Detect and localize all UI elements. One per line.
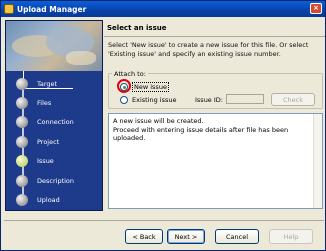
issue-id-label: Issue ID: <box>195 96 223 104</box>
banner-shape <box>66 51 96 65</box>
wizard-steps-panel: Target Files Connection Project Issue De… <box>5 20 103 211</box>
page-title: Select an issue <box>107 24 167 32</box>
close-button[interactable]: × <box>310 3 322 14</box>
existing-issue-label[interactable]: Existing issue <box>132 96 177 104</box>
step-label: Connection <box>37 118 74 126</box>
step-dot-icon <box>16 116 28 128</box>
step-label: Upload <box>37 196 60 204</box>
step-label: Target <box>37 80 58 88</box>
step-description: Description <box>16 175 100 187</box>
step-label: Project <box>37 138 60 146</box>
app-icon <box>4 4 14 14</box>
step-connection: Connection <box>16 116 100 128</box>
step-dot-icon <box>16 175 28 187</box>
cancel-button[interactable]: Cancel <box>215 229 259 244</box>
instructions-text: Select 'New issue' to create a new issue… <box>108 41 309 58</box>
step-dot-icon <box>16 136 28 148</box>
new-issue-label[interactable]: New issue <box>132 82 169 92</box>
scrollbar[interactable] <box>313 114 322 208</box>
step-target: Target <box>16 78 100 90</box>
banner-image <box>6 21 102 71</box>
window-title: Upload Manager <box>17 4 87 14</box>
message-line: A new issue will be created. <box>113 117 204 125</box>
existing-issue-radio[interactable]: Existing issue <box>120 96 177 104</box>
step-dot-icon <box>16 97 28 109</box>
step-label: Issue <box>37 157 54 165</box>
step-upload: Upload <box>16 194 100 206</box>
step-project: Project <box>16 136 100 148</box>
title-bar[interactable]: Upload Manager × <box>1 1 325 17</box>
upload-manager-window: Upload Manager × Target Files Connection… <box>0 0 326 251</box>
next-button[interactable]: Next > <box>167 229 205 244</box>
new-issue-radio[interactable]: New issue <box>120 82 169 92</box>
step-dot-icon <box>16 78 28 90</box>
step-dot-icon <box>16 194 28 206</box>
check-button[interactable]: Check <box>271 93 315 106</box>
footer-divider <box>4 220 324 221</box>
step-label: Description <box>37 177 75 185</box>
help-button[interactable]: Help <box>269 229 313 244</box>
attach-to-label: Attach to: <box>112 70 148 78</box>
status-message-box: A new issue will be created. Proceed wit… <box>108 113 323 209</box>
step-files: Files <box>16 97 100 109</box>
step-dot-current-icon <box>16 155 28 167</box>
radio-unchecked-icon[interactable] <box>120 96 128 104</box>
header-divider <box>104 36 325 37</box>
step-label: Files <box>37 99 52 107</box>
issue-id-input[interactable] <box>226 94 264 104</box>
message-line: Proceed with entering issue details afte… <box>113 125 289 143</box>
step-issue: Issue <box>16 155 100 167</box>
radio-checked-icon[interactable] <box>120 83 128 91</box>
back-button[interactable]: < Back <box>125 229 163 244</box>
